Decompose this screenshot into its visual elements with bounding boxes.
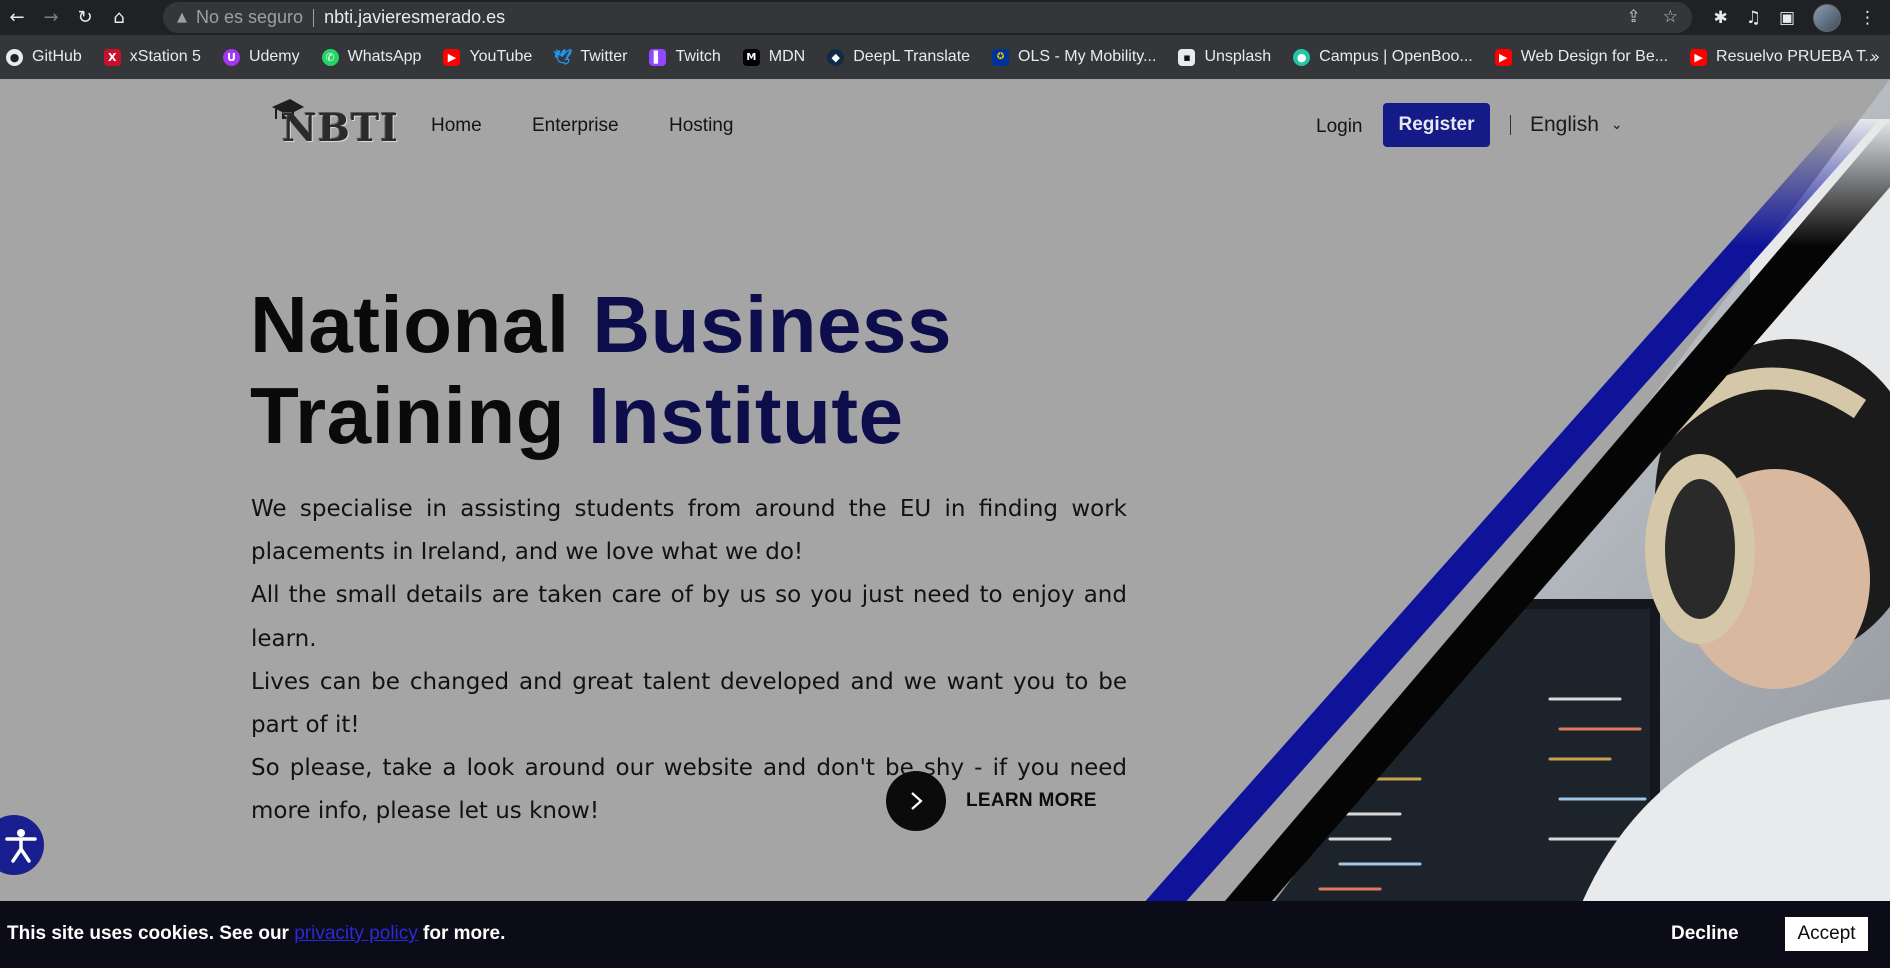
xstation-icon: X (103, 48, 121, 66)
accept-button[interactable]: Accept (1785, 917, 1868, 951)
bookmark-label: OLS - My Mobility... (1018, 48, 1157, 65)
bookmark-deepl[interactable]: ◆ DeepL Translate (827, 48, 970, 66)
more-bookmarks-icon[interactable]: » (1870, 47, 1880, 66)
youtube-icon: ▶ (1494, 48, 1512, 66)
address-divider (313, 8, 315, 27)
title-word: National (250, 280, 593, 369)
title-word-accent: Institute (587, 371, 904, 460)
nav-hosting[interactable]: Hosting (669, 115, 733, 137)
reload-icon[interactable]: ↻ (68, 1, 102, 35)
github-icon: ● (6, 48, 23, 66)
bookmark-label: Udemy (248, 48, 300, 65)
language-divider (1510, 115, 1511, 135)
bookmark-label: Unsplash (1204, 48, 1272, 65)
forward-icon[interactable]: → (34, 1, 68, 35)
bookmark-label: YouTube (469, 48, 533, 65)
language-label: English (1530, 113, 1599, 136)
title-word-accent: Business (592, 280, 953, 369)
cookie-banner: This site uses cookies. See our privacit… (0, 901, 1890, 968)
bookmark-label: Twitter (580, 48, 628, 65)
extensions-icon[interactable]: ✱ (1713, 8, 1727, 28)
nav-home[interactable]: Home (431, 115, 482, 137)
bookmark-github[interactable]: ● GitHub (6, 48, 82, 66)
warning-icon: ▲ (177, 10, 187, 25)
nbti-logo[interactable]: NBTI (270, 95, 398, 150)
site-header: NBTI Home Enterprise Hosting Login Regis… (0, 79, 1890, 169)
chevron-right-icon[interactable] (886, 771, 946, 831)
udemy-icon: U (222, 48, 240, 66)
title-word: Training (250, 371, 588, 460)
twitter-icon: 🕊 (553, 48, 573, 66)
web-page: NBTI Home Enterprise Hosting Login Regis… (0, 79, 1890, 968)
bookmark-whatsapp[interactable]: ✆ WhatsApp (321, 48, 422, 66)
bookmark-label: WhatsApp (347, 48, 422, 65)
hero-title: National Business Training Institute (250, 279, 952, 461)
openbootcamp-icon: ● (1293, 48, 1311, 66)
privacy-policy-link[interactable]: privacity policy (294, 923, 418, 944)
url-text[interactable]: nbti.javieresmerado.es (324, 7, 505, 28)
language-selector[interactable]: English ⌄ (1530, 113, 1623, 137)
security-status: No es seguro (196, 7, 304, 27)
share-icon[interactable]: ⇪ (1627, 7, 1641, 27)
bookmark-youtube[interactable]: ▶ YouTube (443, 48, 532, 66)
unsplash-icon: ▪ (1178, 48, 1196, 66)
bookmark-label: Campus | OpenBoo... (1319, 48, 1473, 65)
bookmark-mdn[interactable]: M MDN (742, 48, 806, 66)
youtube-icon: ▶ (1690, 48, 1708, 66)
twitch-icon: ▌ (649, 48, 667, 66)
mdn-icon: M (742, 48, 760, 66)
bookmark-twitch[interactable]: ▌ Twitch (649, 48, 721, 66)
cookie-message: This site uses cookies. See our privacit… (7, 923, 505, 945)
register-button[interactable]: Register (1383, 103, 1490, 147)
hero-paragraph: All the small details are taken care of … (251, 582, 1127, 652)
bookmark-resuelvo[interactable]: ▶ Resuelvo PRUEBA T... (1690, 48, 1878, 66)
bookmark-label: MDN (768, 48, 806, 65)
bookmark-label: GitHub (32, 48, 82, 65)
bookmark-udemy[interactable]: U Udemy (222, 48, 300, 66)
menu-icon[interactable]: ⋮ (1859, 8, 1876, 28)
learn-more-button[interactable]: LEARN MORE (886, 771, 1097, 831)
learn-more-label[interactable]: LEARN MORE (966, 790, 1097, 812)
bookmark-star-icon[interactable]: ☆ (1663, 7, 1678, 27)
bookmark-label: Web Design for Be... (1520, 48, 1669, 65)
hero-paragraph: We specialise in assisting students from… (251, 496, 1127, 566)
login-link[interactable]: Login (1316, 116, 1363, 138)
bookmark-label: xStation 5 (129, 48, 201, 65)
media-control-icon[interactable]: ♫ (1746, 8, 1761, 28)
cookie-text-after: for more. (417, 923, 506, 944)
logo-text: NBTI (282, 105, 399, 150)
deepl-icon: ◆ (827, 48, 845, 66)
bookmark-openbootcamp[interactable]: ● Campus | OpenBoo... (1293, 48, 1473, 66)
side-panel-icon[interactable]: ▣ (1779, 8, 1795, 28)
bookmark-label: Twitch (675, 48, 721, 65)
hero-paragraph: Lives can be changed and great talent de… (251, 668, 1127, 739)
youtube-icon: ▶ (443, 48, 461, 66)
bookmark-ols[interactable]: ✪ OLS - My Mobility... (992, 48, 1156, 66)
bookmark-twitter[interactable]: 🕊 Twitter (553, 48, 628, 66)
nav-enterprise[interactable]: Enterprise (532, 115, 619, 137)
chevron-down-icon: ⌄ (1610, 117, 1623, 133)
home-icon[interactable]: ⌂ (102, 1, 136, 35)
bookmark-unsplash[interactable]: ▪ Unsplash (1178, 48, 1271, 66)
bookmark-web-design[interactable]: ▶ Web Design for Be... (1494, 48, 1669, 66)
bookmarks-bar: ● GitHub X xStation 5 U Udemy ✆ WhatsApp… (0, 35, 1890, 79)
cookie-text-before: This site uses cookies. See our (7, 923, 295, 944)
bookmark-label: DeepL Translate (853, 48, 971, 65)
eu-flag-icon: ✪ (992, 48, 1010, 66)
back-icon[interactable]: ← (0, 1, 34, 35)
profile-avatar[interactable] (1813, 3, 1841, 32)
address-bar[interactable]: ▲ No es seguro nbti.javieresmerado.es ⇪ … (163, 2, 1692, 33)
whatsapp-icon: ✆ (321, 48, 339, 66)
browser-toolbar: ← → ↻ ⌂ ▲ No es seguro nbti.javieresmera… (0, 0, 1890, 35)
bookmark-xstation[interactable]: X xStation 5 (103, 48, 201, 66)
bookmark-label: Resuelvo PRUEBA T... (1716, 48, 1878, 65)
decline-button[interactable]: Decline (1671, 923, 1739, 945)
